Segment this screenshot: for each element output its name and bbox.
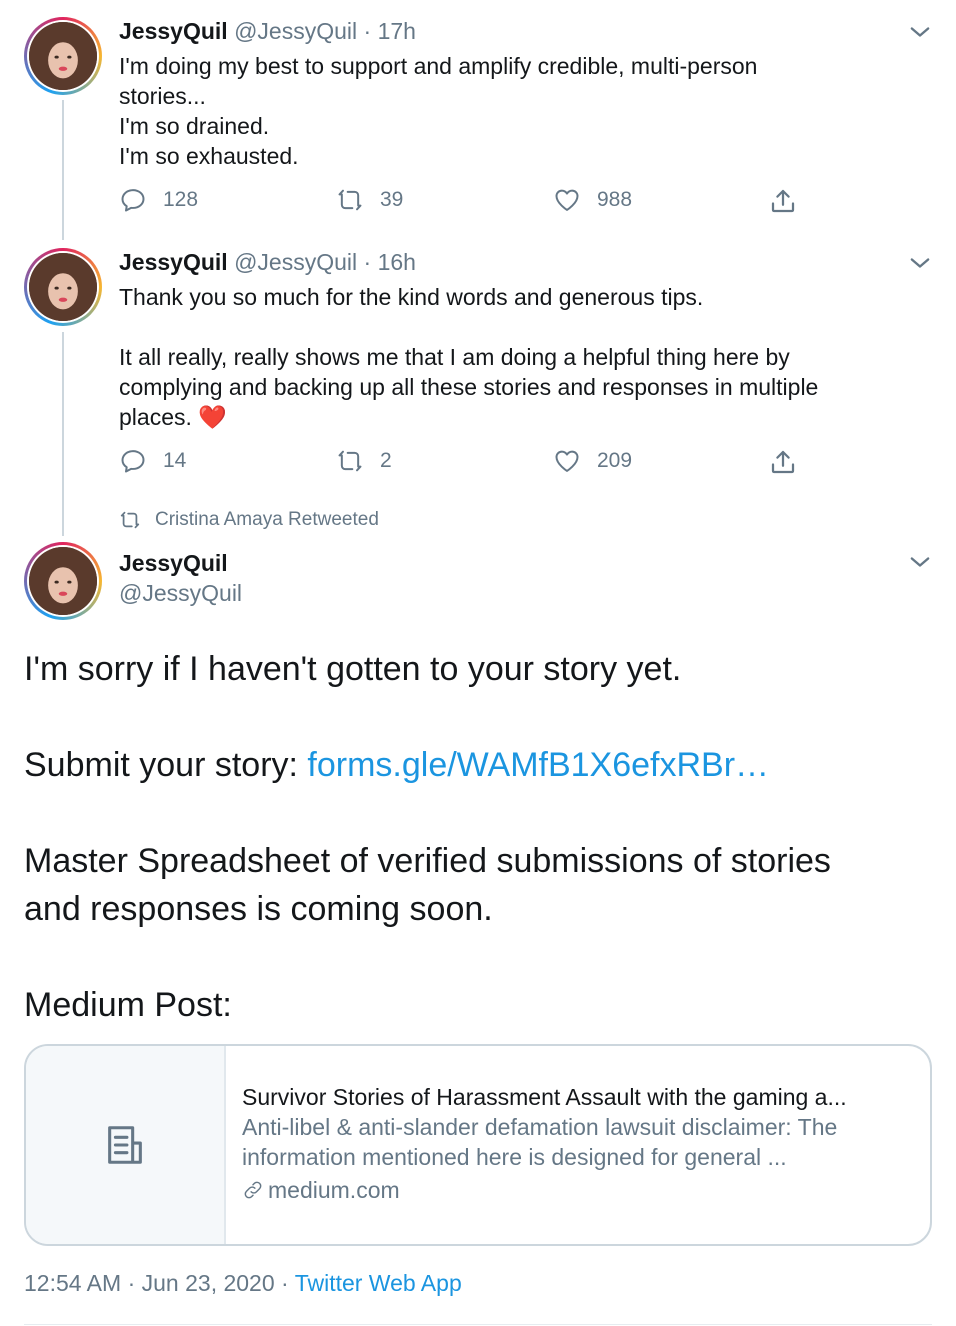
- like-button[interactable]: 988: [553, 186, 632, 214]
- tweet-text: I'm doing my best to support and amplify…: [119, 51, 919, 171]
- tweet-header: JessyQuil @JessyQuil · 16h: [119, 248, 416, 276]
- tweet-line: stories...: [119, 83, 206, 109]
- card-description: Anti-libel & anti-slander defamation law…: [242, 1114, 838, 1140]
- reply-icon: [121, 189, 145, 212]
- link-preview-card[interactable]: Survivor Stories of Harassment Assault w…: [24, 1044, 932, 1246]
- tweet-text: Thank you so much for the kind words and…: [119, 282, 919, 432]
- chevron-down-icon[interactable]: [906, 249, 934, 277]
- tweet-line: I'm so exhausted.: [119, 143, 299, 169]
- retweet-button[interactable]: 39: [336, 186, 403, 214]
- like-button[interactable]: 209: [553, 447, 632, 475]
- card-title: Survivor Stories of Harassment Assault w…: [242, 1084, 847, 1110]
- heart-emoji: ❤️: [198, 404, 227, 430]
- retweet-count: 39: [380, 188, 404, 211]
- author-name[interactable]: JessyQuil: [119, 550, 228, 577]
- card-domain: medium.com: [242, 1175, 914, 1205]
- chevron-down-icon[interactable]: [906, 548, 934, 576]
- paragraph-line: Master Spreadsheet of verified submissio…: [24, 842, 831, 880]
- main-tweet-paragraph: I'm sorry if I haven't gotten to your st…: [24, 650, 682, 688]
- tweet-line: places. ❤️: [119, 402, 919, 432]
- tweet-timestamp-footer: 12:54 AM · Jun 23, 2020 · Twitter Web Ap…: [24, 1270, 462, 1297]
- document-icon: [108, 1126, 142, 1164]
- separator: ·: [363, 18, 372, 44]
- tweet-line-text: places.: [119, 404, 192, 430]
- like-count: 209: [597, 449, 633, 472]
- thread-line-2: [62, 332, 64, 536]
- author-handle[interactable]: @JessyQuil: [234, 18, 357, 44]
- card-body: Survivor Stories of Harassment Assault w…: [226, 1046, 930, 1244]
- avatar[interactable]: [24, 542, 102, 620]
- retweet-button[interactable]: 2: [336, 447, 392, 475]
- separator: ·: [363, 249, 372, 275]
- card-thumbnail: [26, 1046, 226, 1244]
- main-tweet-paragraph: Medium Post:: [24, 986, 232, 1024]
- like-count: 988: [597, 188, 633, 211]
- card-description: information mentioned here is designed f…: [242, 1144, 787, 1170]
- link-icon: [244, 1181, 262, 1199]
- tweet-line: I'm doing my best to support and amplify…: [119, 53, 758, 79]
- tweet-line: I'm so drained.: [119, 113, 270, 139]
- share-icon[interactable]: [768, 186, 798, 216]
- timestamp[interactable]: 17h: [378, 18, 416, 44]
- submit-story-link[interactable]: forms.gle/WAMfB1X6efxRBr…: [307, 746, 769, 784]
- timestamp[interactable]: 16h: [378, 249, 416, 275]
- main-tweet-paragraph: Submit your story: forms.gle/WAMfB1X6efx…: [24, 741, 924, 789]
- tweet-header: JessyQuil @JessyQuil · 17h: [119, 17, 416, 45]
- reply-button[interactable]: 14: [119, 447, 186, 475]
- avatar[interactable]: [24, 17, 102, 95]
- tweet-line: complying and backing up all these stori…: [119, 374, 819, 400]
- reply-count: 128: [163, 188, 199, 211]
- submit-prefix: Submit your story:: [24, 746, 308, 784]
- tweet-date[interactable]: Jun 23, 2020: [142, 1270, 275, 1296]
- paragraph-line: and responses is coming soon.: [24, 890, 493, 928]
- author-handle[interactable]: @JessyQuil: [234, 249, 357, 275]
- retweet-count: 2: [380, 449, 392, 472]
- retweet-context-label: Cristina Amaya Retweeted: [155, 509, 379, 530]
- tweet-line: Thank you so much for the kind words and…: [119, 284, 704, 310]
- chevron-down-icon[interactable]: [906, 18, 934, 46]
- reply-count: 14: [163, 449, 187, 472]
- reply-button[interactable]: 128: [119, 186, 198, 214]
- tweet-time[interactable]: 12:54 AM: [24, 1270, 121, 1296]
- avatar[interactable]: [24, 248, 102, 326]
- author-name[interactable]: JessyQuil: [119, 18, 228, 44]
- tweet-line: It all really, really shows me that I am…: [119, 344, 790, 370]
- divider: [24, 1324, 932, 1325]
- main-tweet-paragraph: Master Spreadsheet of verified submissio…: [24, 837, 924, 933]
- like-icon: [555, 189, 579, 211]
- retweet-context[interactable]: Cristina Amaya Retweeted: [119, 509, 379, 531]
- retweet-icon: [338, 189, 362, 211]
- share-icon[interactable]: [768, 447, 798, 477]
- like-icon: [555, 450, 579, 472]
- separator: ·: [274, 1270, 295, 1296]
- separator: ·: [121, 1270, 142, 1296]
- card-domain-text: medium.com: [268, 1177, 400, 1203]
- author-handle[interactable]: @JessyQuil: [119, 580, 242, 607]
- thread-line-1: [62, 100, 64, 240]
- retweet-icon: [120, 511, 140, 529]
- reply-icon: [121, 450, 145, 473]
- source-app-link[interactable]: Twitter Web App: [295, 1270, 462, 1296]
- author-name[interactable]: JessyQuil: [119, 249, 228, 275]
- retweet-icon: [338, 450, 362, 472]
